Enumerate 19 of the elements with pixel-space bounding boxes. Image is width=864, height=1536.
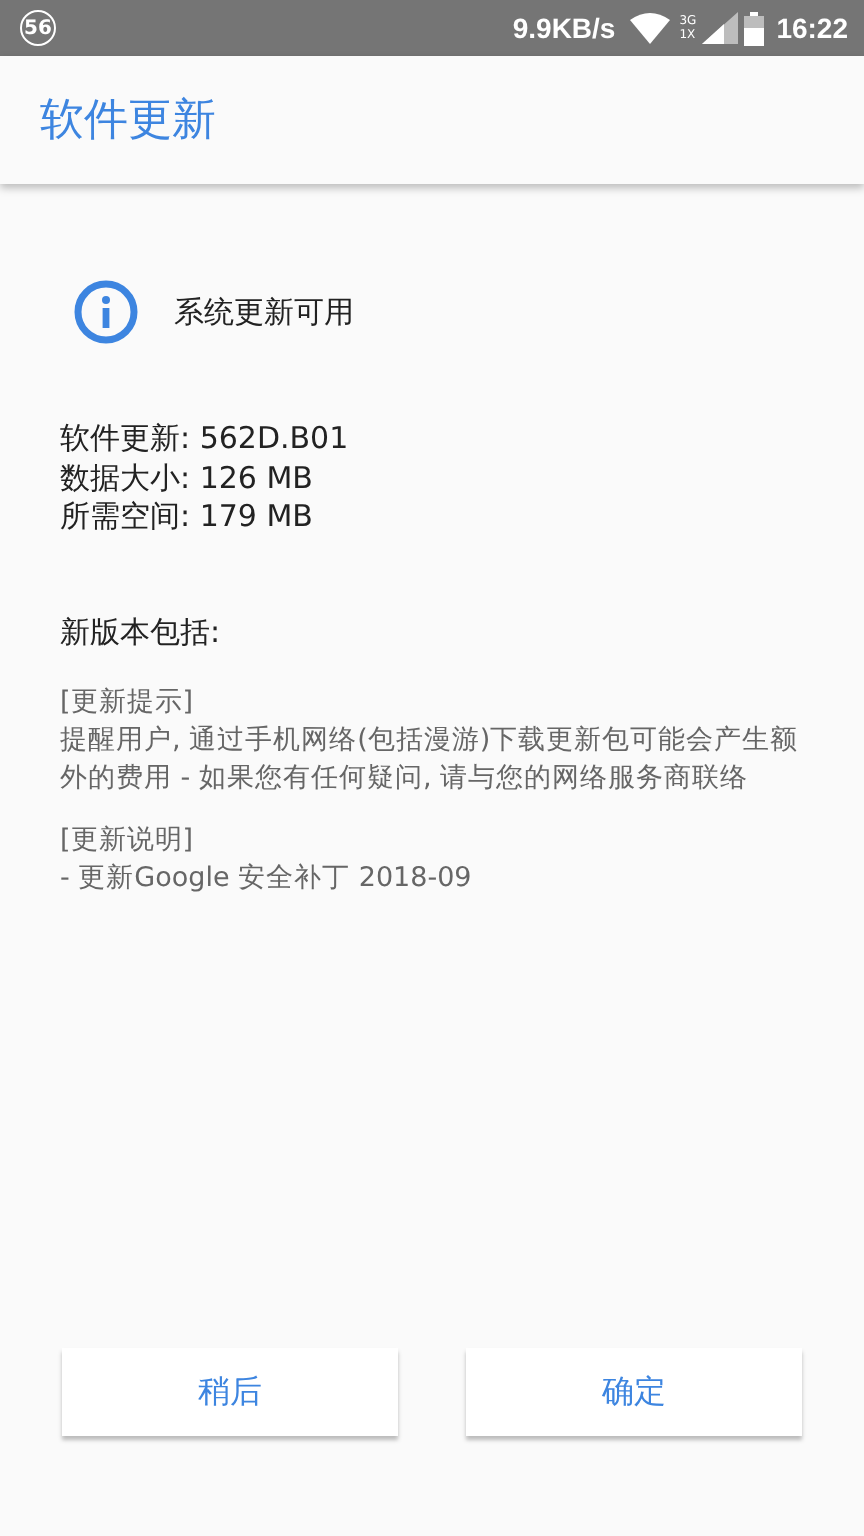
section-title: [更新提示] [60, 683, 196, 721]
section-text: 提醒用户, 通过手机网络(包括漫游)下载更新包可能会产生额外的费用 - 如果您有任何疑问, 请与您的网络服务商联络 [60, 721, 801, 797]
battery-icon [744, 11, 765, 45]
detail-line: 数据大小: 126 MB [60, 459, 313, 498]
wifi-icon [629, 12, 670, 44]
section-title: [更新说明] [60, 821, 196, 859]
clock: 16:22 [776, 12, 848, 44]
signal-icon [702, 12, 739, 44]
dialog-button[interactable]: 确定 [466, 1348, 802, 1436]
info-icon [74, 280, 138, 344]
notification-badge: 56 [20, 10, 56, 46]
notice-text: 系统更新可用 [174, 293, 354, 331]
detail-line: 所需空间: 179 MB [60, 498, 313, 537]
dialog-button[interactable]: 稍后 [62, 1348, 398, 1436]
changelog-heading: 新版本包括: [60, 613, 223, 651]
detail-line: 软件更新: 562D.B01 [60, 420, 349, 459]
page-title: 软件更新 [40, 94, 216, 150]
section-text: - 更新Google 安全补丁 2018-09 [60, 859, 474, 897]
network-speed: 9.9KB/s [512, 12, 616, 44]
